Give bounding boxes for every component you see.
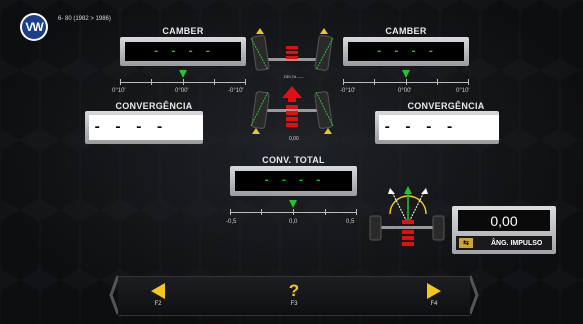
conv-total-title: CONV. TOTAL [262,155,325,165]
conv-total-pointer [289,200,297,208]
help-key-label: F3 [290,301,298,307]
conv-right-title: CONVERGÊNCIA [407,101,485,111]
next-button[interactable]: F4 [414,283,454,311]
camber-right-pointer [402,70,410,78]
camber-left-title: CAMBER [162,26,204,36]
conv-left-title: CONVERGÊNCIA [115,101,193,111]
camber-left-value: - - - - [152,45,214,58]
camber-right-display: - - - - [343,37,469,66]
conv-total-value: - - - - [263,175,324,187]
help-icon: ? [288,281,300,300]
thrust-angle-display: 0,00 ⇆ ÂNG. IMPULSO [452,206,556,254]
prev-key-label: F2 [154,301,162,307]
next-key-label: F4 [430,301,438,307]
vw-logo-mark: VW [22,15,46,39]
conv-total-scale [230,209,357,215]
camber-left-scale-max: -0°10' [228,88,244,94]
conv-left-display: - - - - [85,111,203,144]
conv-right-display: - - - - [375,111,499,144]
camber-right-scale-max: 0°10' [456,88,470,94]
delta-label: DELTA ----- [284,74,304,79]
camber-left-scale [120,79,246,85]
delta-label-text: DELTA [284,74,297,79]
thrust-angle-value: 0,00 [458,210,550,231]
conv-total-display: - - - - [230,166,357,196]
vw-logo-icon: VW [20,13,48,41]
camber-right-title: CAMBER [385,26,427,36]
thrust-angle-label: ÂNG. IMPULSO [491,239,543,247]
car-alignment-diagram [250,28,334,134]
center-value: 0,00 [289,136,299,142]
thrust-angle-label-bar: ⇆ ÂNG. IMPULSO [456,236,552,250]
camber-left-display: - - - - [120,37,246,66]
camber-left-pointer [179,70,187,78]
camber-right-scale-min: -0°10' [340,88,356,94]
thrust-angle-diagram [369,186,445,246]
camber-left-scale-min: 0°10' [112,88,126,94]
conv-right-value: - - - - [383,119,456,136]
conv-total-scale-mid: 0,0 [289,219,298,225]
conv-total-scale-min: -0,5 [226,219,237,225]
conv-total-scale-max: 0,5 [346,219,355,225]
camber-right-scale-mid: 0°00' [398,88,412,94]
camber-left-scale-mid: 0°00' [175,88,189,94]
thrust-angle-icon: ⇆ [459,238,473,248]
arrow-right-icon [427,283,441,299]
prev-button[interactable]: F2 [138,283,178,311]
help-button[interactable]: ? F3 [274,281,314,311]
arrow-left-icon [151,283,165,299]
vehicle-model: 6- 80 (1982 > 1986) [58,16,111,22]
bottom-nav-bar: F2 ? F3 F4 [118,276,470,316]
delta-value: ----- [297,74,304,79]
camber-right-value: - - - - [375,45,437,58]
conv-left-value: - - - - [93,119,166,136]
camber-right-scale [343,79,469,85]
